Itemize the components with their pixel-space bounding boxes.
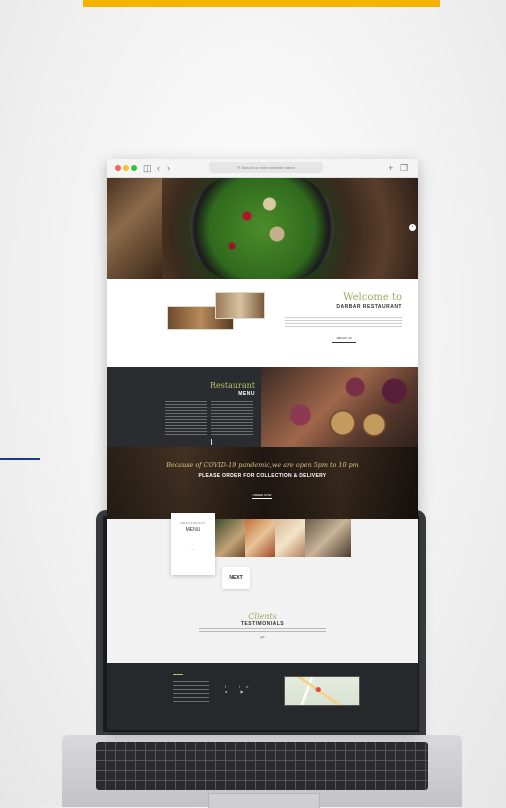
welcome-title: Welcome to xyxy=(343,292,402,303)
url-placeholder: Search or enter website name xyxy=(241,165,295,170)
location-map[interactable] xyxy=(284,676,360,706)
close-window-dot[interactable] xyxy=(115,165,121,171)
menu-text-panel: Restaurant MENU xyxy=(107,367,261,447)
menu-subtitle: MENU xyxy=(238,391,255,397)
dish-thumbnail[interactable] xyxy=(275,519,305,557)
chevron-right-icon[interactable]: › xyxy=(409,224,416,231)
url-bar[interactable]: ⚲ Search or enter website name xyxy=(209,162,323,173)
restaurant-name: DARBAR RESTAURANT xyxy=(336,304,402,310)
dish-thumbnail[interactable] xyxy=(215,519,245,557)
welcome-section: Welcome to DARBAR RESTAURANT ABOUT US xyxy=(107,279,418,367)
testimonials-section: Clients TESTIMONIALS “” xyxy=(107,597,418,663)
laptop-trackpad xyxy=(208,793,320,808)
dish-thumbnail[interactable] xyxy=(245,519,275,557)
dish-thumbnail[interactable] xyxy=(305,519,351,557)
menu-card: RESTAURANT MENU — xyxy=(171,513,215,575)
testimonials-title: Clients xyxy=(248,612,277,621)
forward-chevron-icon[interactable]: › xyxy=(167,162,170,174)
menu-text-column xyxy=(211,401,253,437)
testimonials-subtitle: TESTIMONIALS xyxy=(240,621,285,627)
quote-icon: “” xyxy=(260,637,265,643)
menu-carousel: RESTAURANT MENU — NEXT xyxy=(107,513,418,597)
next-button[interactable]: NEXT xyxy=(222,567,250,589)
tabs-icon[interactable]: ❐ xyxy=(400,162,408,174)
curry-dishes-image xyxy=(261,367,418,447)
sidebar-icon[interactable]: ◫ xyxy=(143,162,152,174)
plus-icon[interactable]: + xyxy=(388,162,393,174)
maximize-window-dot[interactable] xyxy=(131,165,137,171)
next-label: NEXT xyxy=(229,575,243,581)
covid-banner: Because of COVID-19 pandemic,we are open… xyxy=(107,447,418,519)
footer-contact-text xyxy=(173,679,209,705)
order-now-button[interactable]: ORDER NOW xyxy=(252,492,272,499)
menu-card-title: MENU xyxy=(185,527,201,533)
left-accent-line xyxy=(0,458,40,460)
salad-bowl-image xyxy=(187,178,337,279)
site-footer: f in ● ▶ xyxy=(107,663,418,730)
testimonial-quote-text xyxy=(199,628,326,634)
dining-photo xyxy=(215,292,265,319)
menu-link-marker[interactable] xyxy=(211,439,215,445)
footer-heading-rule xyxy=(173,674,183,675)
menu-text-column xyxy=(165,401,207,437)
social-icons[interactable]: f in ● ▶ xyxy=(225,684,269,694)
browser-window: ◫ ‹ › ⚲ Search or enter website name + ❐… xyxy=(107,159,418,730)
menu-section: Restaurant MENU xyxy=(107,367,418,447)
browser-toolbar: ◫ ‹ › ⚲ Search or enter website name + ❐ xyxy=(107,159,418,178)
menu-title: Restaurant xyxy=(210,381,255,390)
menu-card-divider: — xyxy=(191,547,195,551)
covid-hours-text: Because of COVID-19 pandemic,we are open… xyxy=(166,461,359,469)
covid-order-text: PLEASE ORDER FOR COLLECTION & DELIVERY xyxy=(198,473,327,479)
top-accent-bar xyxy=(83,0,440,7)
minimize-window-dot[interactable] xyxy=(123,165,129,171)
hero-banner: › xyxy=(107,178,418,279)
menu-card-kicker: RESTAURANT xyxy=(180,521,206,525)
hero-side-image xyxy=(107,178,162,279)
welcome-body-text xyxy=(285,317,402,329)
back-chevron-icon[interactable]: ‹ xyxy=(157,162,160,174)
laptop-keyboard xyxy=(96,742,428,790)
about-us-button[interactable]: ABOUT US xyxy=(332,335,356,343)
